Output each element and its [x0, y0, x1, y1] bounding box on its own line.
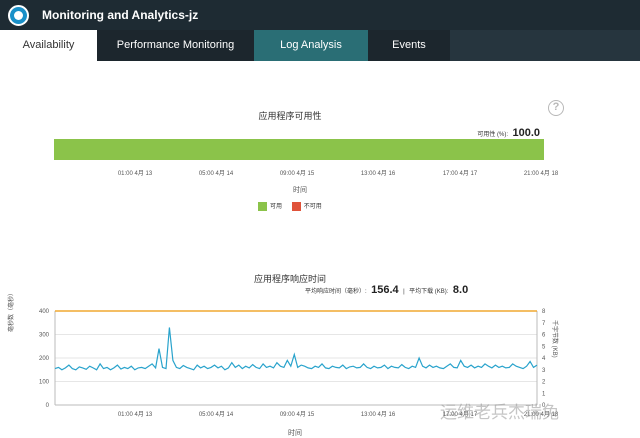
response-summary: 平均响应时间（毫秒）: 156.4 | 平均下载 (KB): 8.0 — [305, 280, 468, 298]
tab-performance-monitoring[interactable]: Performance Monitoring — [97, 30, 254, 61]
response-x-axis-title: 时间 — [288, 430, 302, 437]
tab-log-analysis[interactable]: Log Analysis — [254, 30, 368, 61]
availability-x-tick: 05:00 4月 14 — [198, 171, 234, 177]
avg-response-value: 156.4 — [371, 284, 399, 296]
legend-item-available: 可用 — [258, 201, 282, 211]
availability-summary-value: 100.0 — [512, 127, 540, 139]
y2-tick-label: 2 — [542, 380, 546, 386]
legend-label-available: 可用 — [270, 204, 283, 210]
y2-tick-label: 6 — [542, 333, 546, 339]
x-tick-label: 13:00 4月 16 — [361, 411, 396, 418]
legend-swatch-unavailable — [291, 201, 301, 211]
y-tick-label: 100 — [39, 380, 50, 386]
availability-x-ticks: 01:00 4月 13 05:00 4月 14 09:00 4月 15 13:0… — [0, 168, 640, 178]
legend-item-unavailable: 不可用 — [291, 201, 322, 211]
watermark: 运维老兵杰瑞兔 — [440, 403, 559, 422]
tab-events[interactable]: Events — [368, 30, 450, 61]
help-icon[interactable]: ? — [548, 100, 564, 116]
y2-tick-label: 5 — [542, 344, 546, 350]
availability-legend: 可用 不可用 — [258, 201, 330, 211]
x-tick-label: 09:00 4月 15 — [280, 411, 315, 418]
availability-x-tick: 09:00 4月 15 — [279, 171, 315, 177]
app-title: Monitoring and Analytics-jz — [42, 8, 199, 22]
availability-x-axis-title: 时间 — [293, 187, 307, 194]
y-tick-label: 0 — [46, 403, 50, 409]
summary-separator: | — [403, 289, 405, 295]
legend-label-unavailable: 不可用 — [303, 204, 322, 210]
avg-download-label: 平均下载 (KB): — [409, 289, 449, 295]
tab-bar: Availability Performance Monitoring Log … — [0, 30, 640, 61]
availability-x-tick: 13:00 4月 16 — [360, 171, 396, 177]
x-tick-label: 05:00 4月 14 — [199, 411, 234, 418]
app-logo-icon — [8, 5, 29, 26]
y-tick-label: 200 — [39, 356, 50, 362]
response-series-line — [54, 327, 538, 371]
y-tick-label: 300 — [39, 333, 50, 339]
legend-swatch-available — [258, 201, 267, 211]
y2-tick-label: 7 — [542, 321, 546, 327]
y2-tick-label: 4 — [542, 356, 546, 362]
avg-response-label: 平均响应时间（毫秒）: — [305, 289, 367, 295]
y2-tick-label: 1 — [542, 391, 546, 397]
tab-availability[interactable]: Availability — [0, 30, 97, 61]
x-tick-label: 01:00 4月 13 — [118, 411, 153, 418]
availability-summary-label: 可用性 (%): — [477, 132, 509, 138]
availability-chart-title: 应用程序可用性 — [258, 111, 322, 121]
availability-bar — [54, 139, 544, 160]
availability-x-tick: 01:00 4月 13 — [117, 171, 153, 177]
avg-download-value: 8.0 — [452, 284, 469, 296]
y2-tick-label: 3 — [542, 368, 546, 374]
title-bar: Monitoring and Analytics-jz — [0, 0, 640, 30]
availability-x-tick: 17:00 4月 17 — [442, 171, 478, 177]
y-tick-label: 400 — [39, 309, 50, 315]
availability-x-tick: 21:00 4月 18 — [523, 171, 559, 177]
y2-tick-label: 8 — [542, 309, 546, 315]
